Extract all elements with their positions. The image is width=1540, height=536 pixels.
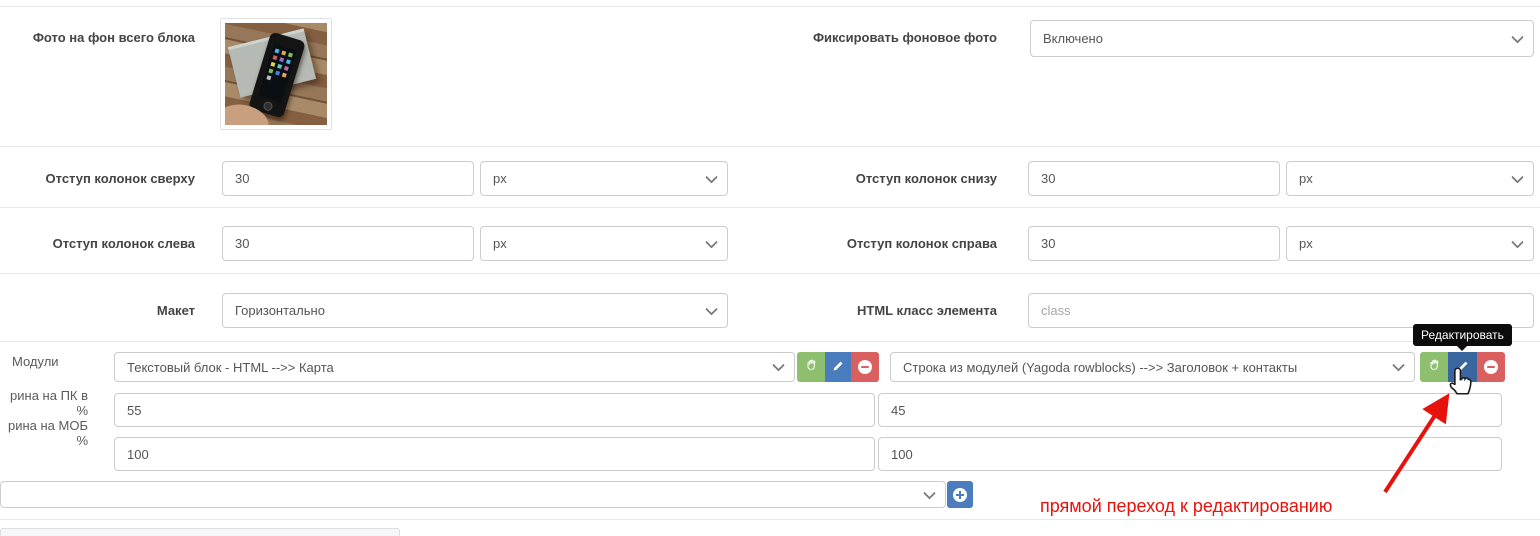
chevron-down-icon xyxy=(1511,235,1524,248)
padding-left-input[interactable] xyxy=(222,226,474,261)
remove-circle-icon xyxy=(1484,360,1498,374)
modules-label: Модули xyxy=(12,354,92,369)
iphone-photo xyxy=(225,23,327,125)
selected-value: Включено xyxy=(1043,31,1103,46)
divider xyxy=(0,207,1540,208)
selected-value: px xyxy=(1299,236,1313,251)
chevron-down-icon xyxy=(772,359,785,372)
padding-right-input[interactable] xyxy=(1028,226,1280,261)
chevron-down-icon xyxy=(1511,30,1524,43)
chevron-down-icon xyxy=(1392,359,1405,372)
selected-value: px xyxy=(493,236,507,251)
padding-left-label: Отступ колонок слева xyxy=(0,236,195,251)
background-photo-label: Фото на фон всего блока xyxy=(0,30,195,45)
width-pc-input-1[interactable] xyxy=(114,393,875,427)
remove-circle-icon xyxy=(858,360,872,374)
chevron-down-icon xyxy=(1511,170,1524,183)
chevron-down-icon xyxy=(923,486,936,499)
selected-value: px xyxy=(493,171,507,186)
html-class-input[interactable] xyxy=(1028,293,1534,328)
selected-value: px xyxy=(1299,171,1313,186)
width-pc-label: рина на ПК в % xyxy=(0,388,88,418)
add-module-select[interactable] xyxy=(0,481,946,508)
padding-top-input[interactable] xyxy=(222,161,474,196)
html-class-label: HTML класс элемента xyxy=(600,303,997,318)
divider xyxy=(0,273,1540,274)
fix-background-photo-label: Фиксировать фоновое фото xyxy=(600,30,997,45)
module-settings-form: Фото на фон всего блока Фиксировать фоно… xyxy=(0,0,1540,536)
home-button-graphic xyxy=(262,101,273,112)
selected-value: Строка из модулей (Yagoda rowblocks) -->… xyxy=(903,360,1297,375)
module-drag-button-2[interactable] xyxy=(1420,352,1448,382)
selected-value: Текстовый блок - HTML -->> Карта xyxy=(127,360,334,375)
padding-bottom-unit-select[interactable]: px xyxy=(1286,161,1534,196)
bottom-panel xyxy=(0,528,400,536)
edit-tooltip: Редактировать xyxy=(1413,324,1512,346)
fix-background-photo-select[interactable]: Включено xyxy=(1030,20,1534,57)
plus-circle-icon xyxy=(953,488,967,502)
divider xyxy=(0,6,1540,7)
drag-handle-icon xyxy=(804,358,819,376)
annotation-arrow xyxy=(1360,384,1470,502)
padding-right-unit-select[interactable]: px xyxy=(1286,226,1534,261)
module-edit-button-1[interactable] xyxy=(825,352,851,382)
padding-top-label: Отступ колонок сверху xyxy=(0,171,195,186)
drag-handle-icon xyxy=(1427,358,1442,376)
edit-pencil-icon xyxy=(831,359,845,376)
selected-value: Горизонтально xyxy=(235,303,325,318)
padding-right-label: Отступ колонок справа xyxy=(600,236,997,251)
divider xyxy=(0,341,1540,342)
module-remove-button-2[interactable] xyxy=(1477,352,1505,382)
module-select-1[interactable]: Текстовый блок - HTML -->> Карта xyxy=(114,352,795,382)
module-drag-button-1[interactable] xyxy=(797,352,825,382)
width-mob-label: рина на МОБ % xyxy=(0,418,88,448)
width-mob-input-1[interactable] xyxy=(114,437,875,471)
padding-bottom-input[interactable] xyxy=(1028,161,1280,196)
padding-bottom-label: Отступ колонок снизу xyxy=(600,171,997,186)
module-select-2[interactable]: Строка из модулей (Yagoda rowblocks) -->… xyxy=(890,352,1415,382)
module-remove-button-1[interactable] xyxy=(851,352,879,382)
add-module-button[interactable] xyxy=(947,481,973,508)
divider xyxy=(0,146,1540,147)
background-photo-thumbnail[interactable] xyxy=(220,18,332,130)
divider xyxy=(0,519,1540,520)
layout-label: Макет xyxy=(0,303,195,318)
annotation-text: прямой переход к редактированию xyxy=(1040,496,1332,517)
